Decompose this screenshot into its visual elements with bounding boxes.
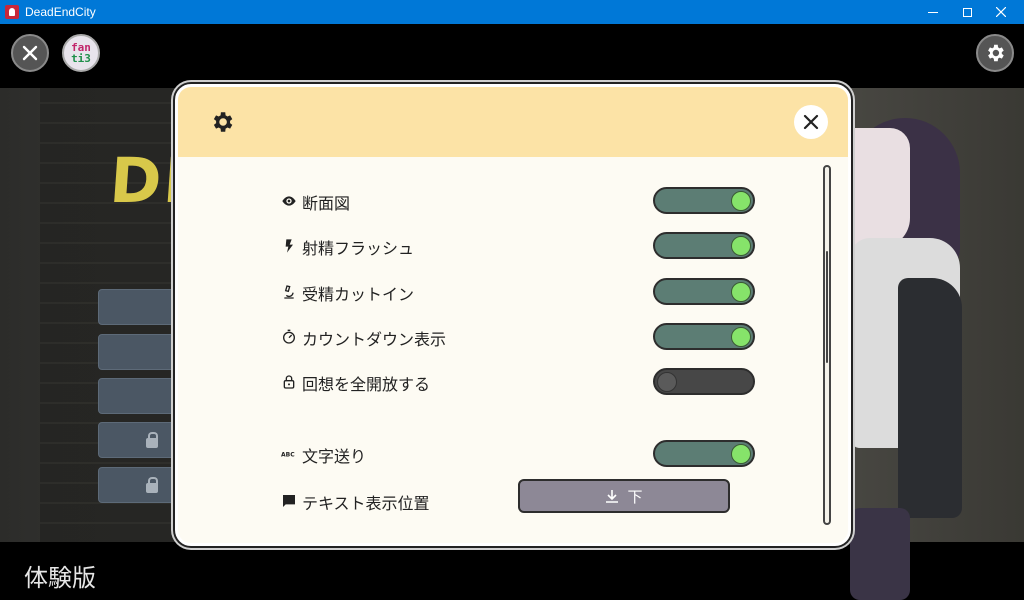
microscope-icon — [281, 284, 297, 300]
fantia-button[interactable]: fan ti3 — [62, 34, 100, 72]
toggle-knob — [731, 327, 751, 347]
countdown-toggle[interactable] — [653, 323, 755, 350]
close-icon — [996, 7, 1006, 17]
scrollbar-thumb[interactable] — [826, 251, 828, 363]
exit-button[interactable] — [11, 34, 49, 72]
window-titlebar: DeadEndCity — [0, 0, 1024, 24]
cross-section-toggle[interactable] — [653, 187, 755, 214]
gear-icon — [988, 44, 1004, 62]
dialog-header — [178, 87, 848, 157]
text-position-value: 下 — [627, 487, 643, 506]
trial-version-label: 体験版 — [24, 564, 96, 592]
setting-label: 射精フラッシュ — [302, 239, 415, 258]
window-title: DeadEndCity — [25, 5, 96, 19]
toggle-knob — [731, 191, 751, 211]
lock-icon — [146, 432, 158, 448]
timer-icon — [281, 329, 297, 345]
close-icon — [22, 45, 38, 61]
window-close-button[interactable] — [984, 0, 1018, 24]
setting-row-flash: 射精フラッシュ — [278, 230, 758, 260]
flash-icon — [281, 238, 297, 254]
text-position-button[interactable]: 下 — [518, 479, 730, 513]
minimize-icon — [928, 11, 938, 13]
chat-icon — [281, 493, 297, 509]
setting-row-cut-in: 受精カットイン — [278, 276, 758, 306]
setting-label: カウントダウン表示 — [302, 330, 447, 349]
lock-open-icon — [281, 374, 297, 390]
setting-row-text-position: テキスト表示位置 下 — [278, 479, 758, 515]
gear-icon — [213, 112, 233, 132]
text-advance-toggle[interactable] — [653, 440, 755, 467]
close-icon — [803, 114, 819, 130]
toggle-knob — [657, 372, 677, 392]
lock-icon — [146, 477, 158, 493]
flash-toggle[interactable] — [653, 232, 755, 259]
settings-button[interactable] — [976, 34, 1014, 72]
setting-label: 受精カットイン — [302, 285, 415, 304]
app-icon — [5, 5, 19, 19]
setting-label: 断面図 — [302, 194, 351, 213]
setting-label: 回想を全開放する — [302, 375, 431, 394]
maximize-button[interactable] — [950, 0, 984, 24]
fantia-logo-icon: fan ti3 — [71, 41, 91, 65]
cut-in-toggle[interactable] — [653, 278, 755, 305]
dialog-close-button[interactable] — [794, 105, 828, 139]
setting-row-text-advance: ABC 文字送り — [278, 438, 758, 468]
setting-label: 文字送り — [302, 447, 367, 466]
eye-icon — [281, 193, 297, 209]
maximize-icon — [962, 7, 972, 17]
dialog-scrollbar[interactable] — [823, 165, 831, 525]
game-screen: DE fan ti3 体験版 断面図 射精フラッシュ 受精カットイン カウントダ… — [0, 24, 1024, 600]
toggle-knob — [731, 282, 751, 302]
toggle-knob — [731, 444, 751, 464]
setting-label: テキスト表示位置 — [302, 494, 430, 513]
toggle-knob — [731, 236, 751, 256]
minimize-button[interactable] — [916, 0, 950, 24]
abc-icon: ABC — [281, 446, 297, 462]
unlock-recollection-toggle[interactable] — [653, 368, 755, 395]
svg-text:ABC: ABC — [281, 452, 295, 459]
settings-dialog: 断面図 射精フラッシュ 受精カットイン カウントダウン表示 回想を全開放する A… — [175, 84, 851, 546]
setting-row-cross-section: 断面図 — [278, 185, 758, 215]
setting-row-unlock-recollection: 回想を全開放する — [278, 366, 758, 396]
download-icon — [606, 490, 619, 503]
setting-row-countdown: カウントダウン表示 — [278, 321, 758, 351]
